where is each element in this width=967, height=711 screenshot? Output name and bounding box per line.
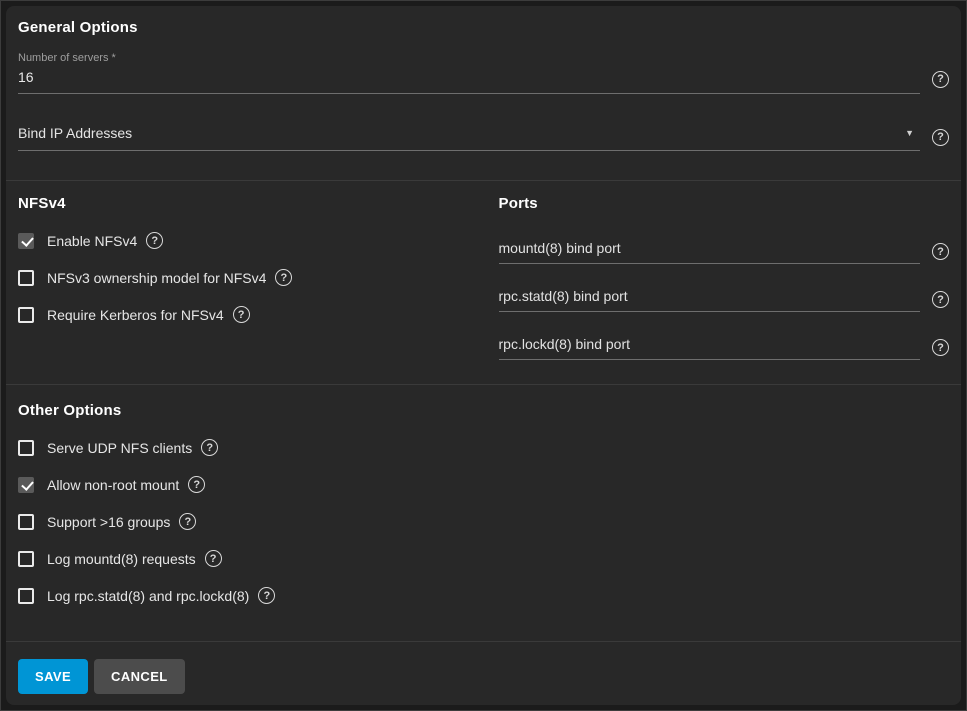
rpc-lockd-bind-port-input[interactable]: rpc.lockd(8) bind port — [499, 336, 921, 360]
help-icon[interactable]: ? — [258, 587, 275, 604]
rpc-lockd-bind-port-label: rpc.lockd(8) bind port — [499, 336, 631, 352]
ports-column: Ports mountd(8) bind port ? rpc.statd(8)… — [499, 195, 950, 364]
allow-nonroot-label: Allow non-root mount — [47, 477, 179, 493]
mountd-bind-port-field: mountd(8) bind port ? — [499, 240, 950, 264]
rpc-statd-bind-port-label: rpc.statd(8) bind port — [499, 288, 628, 304]
chevron-down-icon: ▼ — [905, 128, 914, 138]
number-of-servers-field: Number of servers * ? — [18, 52, 949, 94]
log-mountd-row: Log mountd(8) requests ? — [18, 550, 949, 567]
require-kerberos-checkbox[interactable] — [18, 307, 34, 323]
help-icon[interactable]: ? — [932, 129, 949, 146]
help-icon[interactable]: ? — [932, 291, 949, 308]
help-icon[interactable]: ? — [146, 232, 163, 249]
nfsv4-column: NFSv4 Enable NFSv4 ? NFSv3 ownership mod… — [18, 195, 499, 364]
serve-udp-row: Serve UDP NFS clients ? — [18, 439, 949, 456]
help-icon[interactable]: ? — [932, 243, 949, 260]
mountd-bind-port-input[interactable]: mountd(8) bind port — [499, 240, 921, 264]
help-icon[interactable]: ? — [201, 439, 218, 456]
rpc-statd-bind-port-input[interactable]: rpc.statd(8) bind port — [499, 288, 921, 312]
section-other-options: Other Options Serve UDP NFS clients ? Al… — [6, 385, 961, 641]
section-general-options: General Options Number of servers * ? Bi… — [6, 6, 961, 180]
other-options-title: Other Options — [18, 402, 949, 419]
nfsv3-ownership-label: NFSv3 ownership model for NFSv4 — [47, 270, 266, 286]
help-icon[interactable]: ? — [233, 306, 250, 323]
log-statd-lockd-row: Log rpc.statd(8) and rpc.lockd(8) ? — [18, 587, 949, 604]
log-statd-lockd-checkbox[interactable] — [18, 588, 34, 604]
help-icon[interactable]: ? — [275, 269, 292, 286]
support-16-groups-checkbox[interactable] — [18, 514, 34, 530]
allow-nonroot-row: Allow non-root mount ? — [18, 476, 949, 493]
save-button[interactable]: SAVE — [18, 659, 88, 694]
help-icon[interactable]: ? — [188, 476, 205, 493]
number-of-servers-input[interactable] — [18, 65, 920, 94]
help-icon[interactable]: ? — [179, 513, 196, 530]
log-mountd-checkbox[interactable] — [18, 551, 34, 567]
serve-udp-checkbox[interactable] — [18, 440, 34, 456]
form-actions: SAVE CANCEL — [6, 642, 961, 694]
log-statd-lockd-label: Log rpc.statd(8) and rpc.lockd(8) — [47, 588, 249, 604]
ports-title: Ports — [499, 195, 950, 212]
section-nfsv4-ports: NFSv4 Enable NFSv4 ? NFSv3 ownership mod… — [6, 181, 961, 384]
require-kerberos-row: Require Kerberos for NFSv4 ? — [18, 306, 469, 323]
nfs-settings-card: General Options Number of servers * ? Bi… — [6, 6, 961, 705]
nfsv4-title: NFSv4 — [18, 195, 469, 212]
bind-ip-addresses-select[interactable]: Bind IP Addresses ▼ — [18, 123, 920, 151]
nfs-settings-screen: General Options Number of servers * ? Bi… — [0, 0, 967, 711]
nfsv3-ownership-row: NFSv3 ownership model for NFSv4 ? — [18, 269, 469, 286]
nfsv3-ownership-checkbox[interactable] — [18, 270, 34, 286]
general-options-title: General Options — [18, 19, 949, 36]
support-16-groups-row: Support >16 groups ? — [18, 513, 949, 530]
log-mountd-label: Log mountd(8) requests — [47, 551, 196, 567]
support-16-groups-label: Support >16 groups — [47, 514, 170, 530]
number-of-servers-label: Number of servers * — [18, 52, 949, 64]
rpc-statd-bind-port-field: rpc.statd(8) bind port ? — [499, 288, 950, 312]
require-kerberos-label: Require Kerberos for NFSv4 — [47, 307, 224, 323]
help-icon[interactable]: ? — [205, 550, 222, 567]
serve-udp-label: Serve UDP NFS clients — [47, 440, 192, 456]
cancel-button[interactable]: CANCEL — [94, 659, 185, 694]
enable-nfsv4-label: Enable NFSv4 — [47, 233, 137, 249]
bind-ip-addresses-field: Bind IP Addresses ▼ ? — [18, 123, 949, 151]
enable-nfsv4-row: Enable NFSv4 ? — [18, 232, 469, 249]
allow-nonroot-checkbox[interactable] — [18, 477, 34, 493]
bind-ip-addresses-label: Bind IP Addresses — [18, 125, 132, 141]
help-icon[interactable]: ? — [932, 339, 949, 356]
rpc-lockd-bind-port-field: rpc.lockd(8) bind port ? — [499, 336, 950, 360]
enable-nfsv4-checkbox[interactable] — [18, 233, 34, 249]
help-icon[interactable]: ? — [932, 71, 949, 88]
mountd-bind-port-label: mountd(8) bind port — [499, 240, 621, 256]
